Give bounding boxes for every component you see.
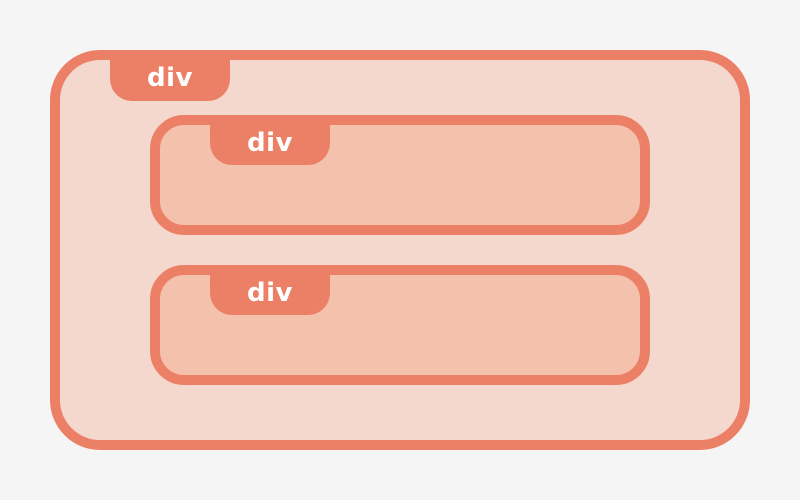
outer-div-box <box>50 50 750 450</box>
inner-div-label-2: div <box>210 275 330 315</box>
inner-div-label-1: div <box>210 125 330 165</box>
outer-div-label: div <box>110 60 230 101</box>
